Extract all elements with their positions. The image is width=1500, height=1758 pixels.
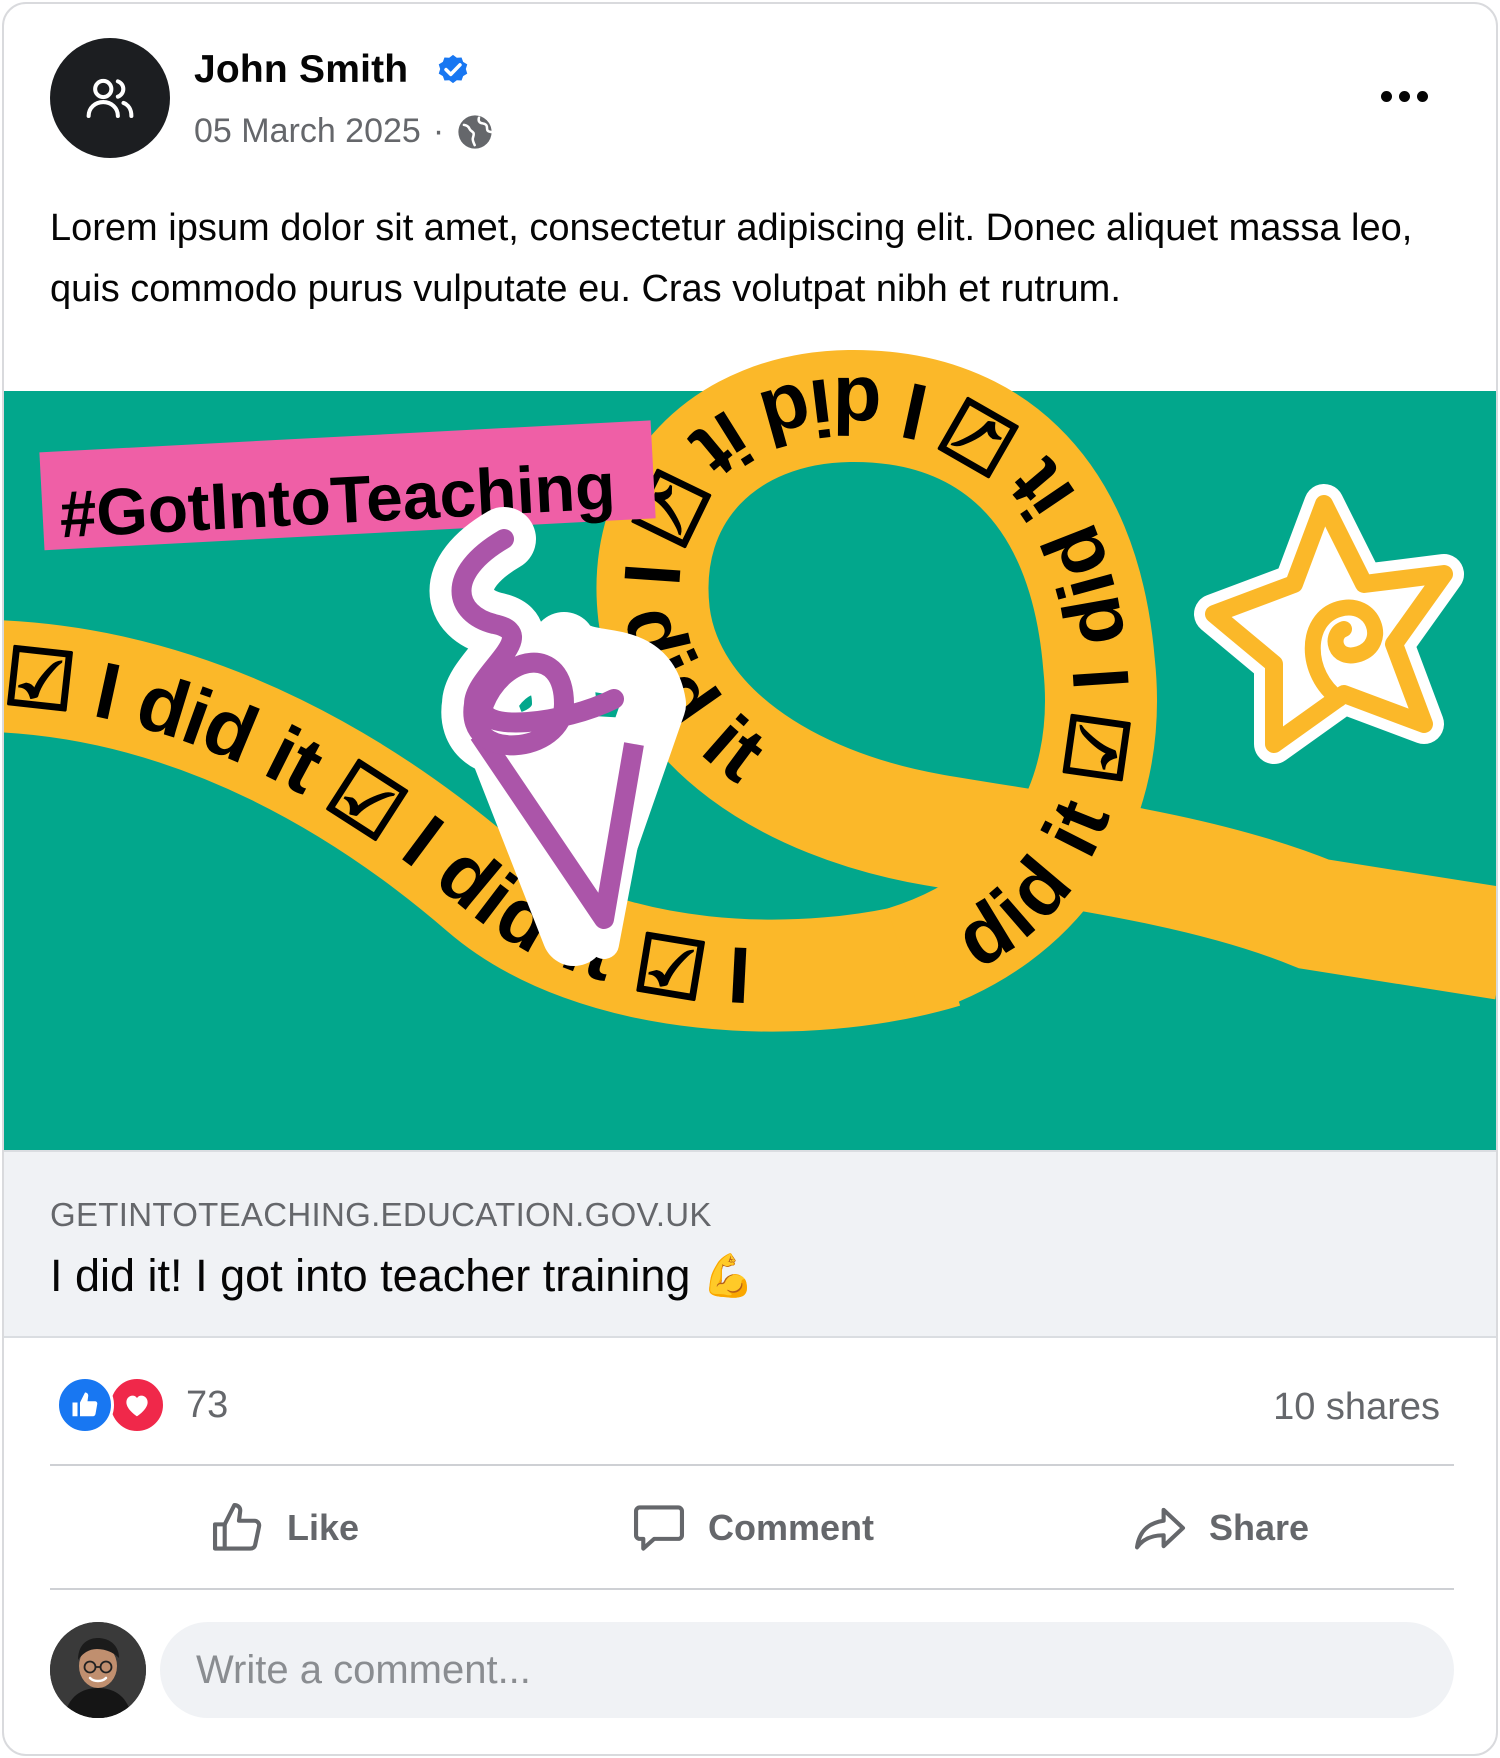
divider-top (50, 1464, 1454, 1466)
like-button[interactable]: Like (50, 1468, 518, 1588)
more-options-icon (1380, 90, 1392, 102)
comment-bubble-icon (633, 1505, 684, 1551)
post-meta: 05 March 2025 · (194, 112, 494, 151)
post-image[interactable]: ☑ I did it ☑ I did it ☑ I did it ☑ I did… (4, 344, 1498, 1150)
more-options-button[interactable] (1374, 76, 1434, 116)
love-reaction-icon (108, 1376, 166, 1434)
post-date[interactable]: 05 March 2025 (194, 112, 421, 151)
post-text: Lorem ipsum dolor sit amet, consectetur … (50, 207, 1413, 310)
group-avatar[interactable] (50, 38, 170, 158)
thumbs-up-icon (212, 1502, 262, 1551)
reaction-count: 73 (186, 1383, 229, 1426)
verified-badge-icon (438, 54, 468, 84)
share-label: Share (1208, 1507, 1310, 1548)
users-icon (86, 78, 134, 119)
shares-count[interactable]: 10 shares (1273, 1386, 1440, 1429)
action-bar: Like Comment Share (50, 1468, 1454, 1588)
link-title-text: I did it! I got into teacher training (50, 1250, 691, 1301)
meta-separator: · (432, 112, 445, 150)
flexed-biceps-icon: 💪 (702, 1252, 755, 1299)
globe-icon[interactable] (456, 113, 494, 151)
author-name[interactable]: John Smith (194, 48, 408, 92)
commenter-avatar[interactable] (50, 1622, 146, 1718)
share-button[interactable]: Share (986, 1468, 1454, 1588)
divider-bottom (50, 1588, 1454, 1590)
post-card: John Smith 05 March 2025 · Lorem ipsum d… (2, 2, 1498, 1756)
reactions-summary[interactable]: 73 (56, 1376, 228, 1434)
like-reaction-icon (56, 1376, 114, 1434)
comment-button[interactable]: Comment (518, 1468, 986, 1588)
comment-input[interactable] (160, 1622, 1454, 1718)
like-label: Like (286, 1507, 360, 1548)
link-title: I did it! I got into teacher training 💪 (50, 1250, 755, 1302)
link-domain: GETINTOTEACHING.EDUCATION.GOV.UK (50, 1196, 712, 1233)
comment-label: Comment (707, 1507, 874, 1548)
share-arrow-icon (1134, 1507, 1185, 1550)
link-preview[interactable]: GETINTOTEACHING.EDUCATION.GOV.UK I did i… (4, 1150, 1496, 1338)
